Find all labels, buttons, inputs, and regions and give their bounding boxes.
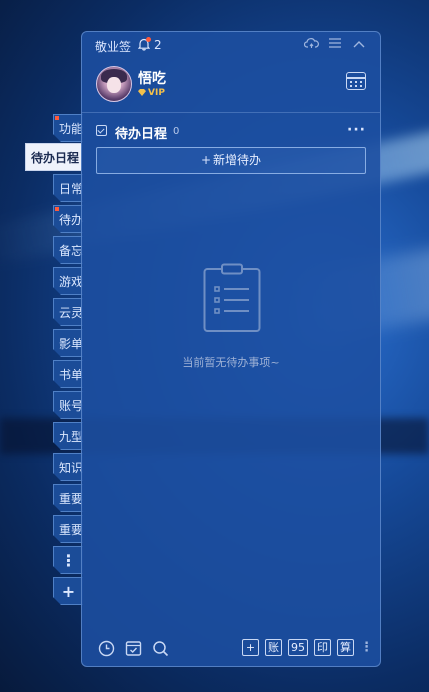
- side-tab-5[interactable]: 游戏: [53, 267, 83, 295]
- side-tab-3[interactable]: 待办: [53, 205, 83, 233]
- side-tab-12[interactable]: 重要: [53, 484, 83, 512]
- bottom-right-buttons: + 账 95 印 算 ⋮: [242, 639, 373, 656]
- side-tab-8[interactable]: 书单: [53, 360, 83, 388]
- side-tab-11[interactable]: 知识: [53, 453, 83, 481]
- avatar-face: [107, 77, 121, 93]
- bottom-left-icons: [98, 640, 169, 657]
- search-icon[interactable]: [152, 640, 169, 657]
- unread-dot: [55, 207, 59, 211]
- add-todo-button[interactable]: + 新增待办: [96, 147, 366, 174]
- side-tab-2[interactable]: 日常: [53, 174, 83, 202]
- section-title: 待办日程: [115, 127, 168, 142]
- calendar-icon[interactable]: [346, 72, 366, 90]
- empty-state: 当前暂无待办事项~: [82, 257, 380, 377]
- archive-check-icon[interactable]: [125, 640, 142, 657]
- section-more-button[interactable]: ···: [347, 122, 366, 138]
- unread-dot: [55, 116, 59, 120]
- notification-dot: [146, 37, 151, 42]
- app-title: 敬业签: [95, 40, 132, 54]
- side-tab-13[interactable]: 重要: [53, 515, 83, 543]
- side-tab-0[interactable]: 功能: [53, 114, 83, 142]
- side-tab-9[interactable]: 账号: [53, 391, 83, 419]
- todo-widget-panel: 敬业签 2 悟吃 VIP 待办日程 0 ··· + 新增待办 当前暂无待办事项~…: [81, 31, 381, 667]
- vip-gem-icon: [138, 89, 146, 96]
- title-bar-actions: [303, 37, 366, 53]
- empty-message: 当前暂无待办事项~: [182, 356, 280, 369]
- side-tab-10[interactable]: 九型: [53, 422, 83, 450]
- side-tab-4[interactable]: 备忘: [53, 236, 83, 264]
- collapse-chevron-icon[interactable]: [352, 37, 366, 53]
- bottom-add-button[interactable]: +: [242, 639, 259, 656]
- side-more-button[interactable]: ⋮: [53, 546, 83, 574]
- avatar[interactable]: [96, 66, 132, 102]
- number-95-button[interactable]: 95: [288, 639, 308, 656]
- checkbox-calendar-icon: [96, 125, 107, 136]
- bell-icon[interactable]: [137, 37, 151, 54]
- clipboard-icon: [203, 263, 261, 332]
- side-add-button[interactable]: +: [53, 577, 83, 605]
- calculate-button[interactable]: 算: [337, 639, 354, 656]
- cloud-sync-icon[interactable]: [303, 37, 319, 53]
- bottom-more-button[interactable]: ⋮: [360, 641, 373, 654]
- title-bar[interactable]: 敬业签 2: [82, 32, 380, 58]
- side-tab-6[interactable]: 云灵: [53, 298, 83, 326]
- account-button[interactable]: 账: [265, 639, 282, 656]
- add-todo-label: 新增待办: [213, 153, 262, 167]
- vip-badge: VIP: [138, 88, 165, 98]
- notification-count: 2: [154, 38, 162, 52]
- header-divider: [82, 112, 380, 113]
- username: 悟吃: [138, 71, 166, 87]
- section-count: 0: [173, 126, 180, 137]
- user-info-row: 悟吃 VIP: [82, 62, 380, 112]
- bottom-toolbar: + 账 95 印 算 ⋮: [82, 636, 380, 662]
- side-tab-active[interactable]: 待办日程: [25, 143, 81, 171]
- print-button[interactable]: 印: [314, 639, 331, 656]
- menu-icon[interactable]: [328, 37, 342, 53]
- side-tab-7[interactable]: 影单: [53, 329, 83, 357]
- clock-icon[interactable]: [98, 640, 115, 657]
- plus-icon: +: [200, 153, 212, 167]
